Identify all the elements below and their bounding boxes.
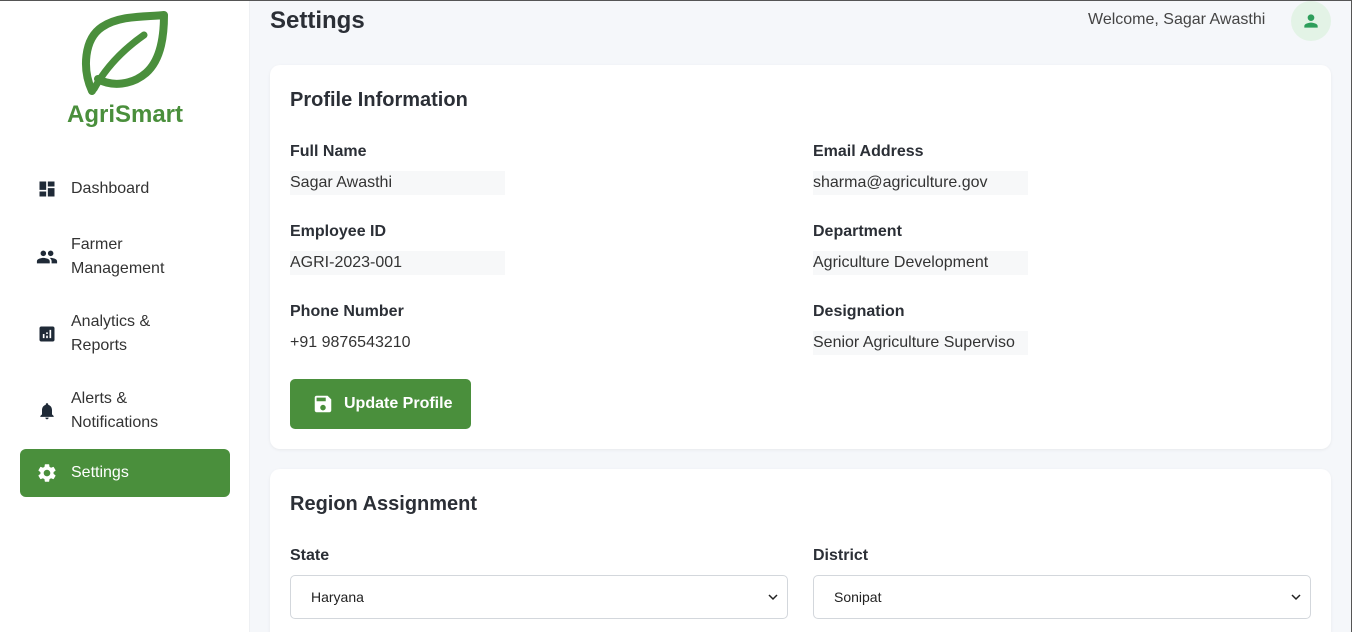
welcome-text: Welcome, Sagar Awasthi	[1088, 11, 1266, 28]
profile-card-title: Profile Information	[290, 89, 468, 111]
dashboard-icon	[36, 178, 58, 200]
full-name-label: Full Name	[290, 143, 367, 160]
sidebar-item-label: Settings	[71, 464, 129, 481]
analytics-icon	[36, 323, 58, 345]
state-label: State	[290, 547, 330, 564]
update-profile-label: Update Profile	[344, 395, 453, 412]
email-field[interactable]: sharma@agriculture.gov	[813, 171, 1028, 195]
employee-id-field[interactable]: AGRI-2023-001	[290, 251, 505, 275]
department-label: Department	[813, 223, 902, 240]
sidebar: AgriSmart Dashboard Farmer Management An…	[0, 1, 250, 632]
profile-card: Profile Information Full Name Sagar Awas…	[270, 65, 1331, 449]
page-title: Settings	[270, 7, 365, 34]
region-card-title: Region Assignment	[290, 493, 478, 515]
leaf-icon	[82, 11, 168, 95]
chevron-down-icon	[767, 576, 781, 618]
region-card: Region Assignment State Haryana District…	[270, 469, 1331, 632]
sidebar-item-label: Analytics & Reports	[71, 313, 151, 354]
department-field[interactable]: Agriculture Development	[813, 251, 1028, 275]
state-select-value: Haryana	[311, 589, 364, 605]
app-name: AgriSmart	[66, 101, 184, 128]
sidebar-item-analytics[interactable]: Analytics & Reports	[20, 304, 230, 364]
district-label: District	[813, 547, 869, 564]
people-icon	[36, 246, 58, 268]
district-select[interactable]: Sonipat	[813, 575, 1311, 619]
district-select-value: Sonipat	[834, 589, 882, 605]
bell-icon	[36, 400, 58, 422]
sidebar-item-settings[interactable]: Settings	[20, 449, 230, 497]
user-icon	[1304, 14, 1318, 28]
designation-label: Designation	[813, 303, 905, 320]
avatar[interactable]	[1291, 1, 1331, 41]
gear-icon	[36, 462, 58, 484]
sidebar-item-label: Alerts & Notifications	[71, 390, 159, 431]
designation-field[interactable]: Senior Agriculture Superviso	[813, 331, 1028, 355]
full-name-field[interactable]: Sagar Awasthi	[290, 171, 505, 195]
employee-id-label: Employee ID	[290, 223, 387, 240]
sidebar-item-label: Dashboard	[71, 180, 150, 197]
sidebar-item-label: Farmer Management	[71, 236, 165, 277]
chevron-down-icon	[1290, 576, 1304, 618]
save-icon	[314, 395, 332, 413]
sidebar-item-farmer-management[interactable]: Farmer Management	[20, 227, 230, 287]
email-label: Email Address	[813, 143, 924, 160]
sidebar-item-dashboard[interactable]: Dashboard	[20, 165, 230, 213]
update-profile-button[interactable]: Update Profile	[290, 379, 471, 429]
state-select[interactable]: Haryana	[290, 575, 788, 619]
sidebar-item-alerts[interactable]: Alerts & Notifications	[20, 381, 230, 441]
phone-label: Phone Number	[290, 303, 404, 320]
phone-field[interactable]: +91 9876543210	[290, 331, 505, 355]
